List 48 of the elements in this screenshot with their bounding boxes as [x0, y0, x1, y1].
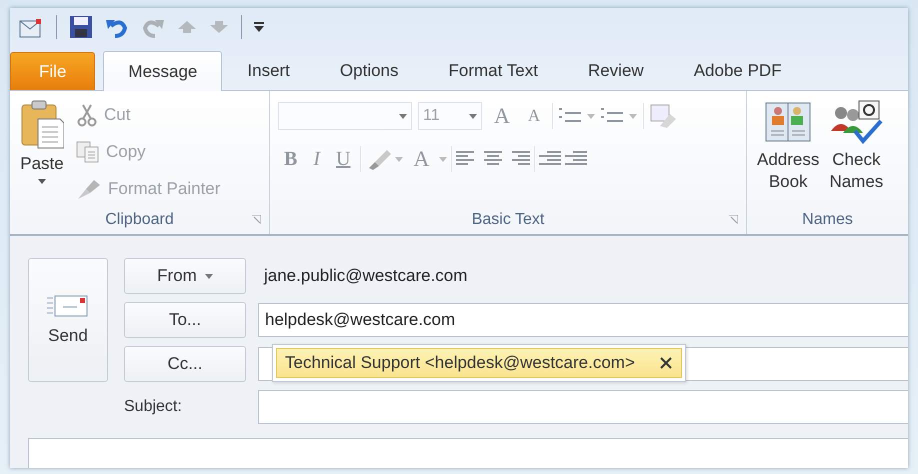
dropdown-arrow-icon [204, 274, 213, 278]
subject-label: Subject: [124, 398, 183, 416]
ribbon-tab[interactable]: Adobe PDF [668, 50, 807, 90]
dropdown-arrow-icon [629, 114, 638, 118]
people-check-icon [829, 99, 884, 145]
ribbon-tab[interactable]: Format Text [424, 50, 563, 90]
ribbon-tab[interactable]: Options [314, 50, 424, 90]
dropdown-arrow-icon [399, 114, 407, 118]
decrease-indent-icon[interactable] [539, 150, 562, 168]
dialog-launcher-icon[interactable] [252, 215, 261, 224]
copy-icon [76, 140, 100, 162]
group-label: Basic Text [472, 211, 544, 229]
align-center-icon[interactable] [482, 150, 504, 168]
up-arrow-icon[interactable] [177, 20, 197, 34]
dropdown-arrow-icon [587, 114, 596, 118]
dialog-launcher-icon[interactable] [729, 215, 738, 224]
group-label: Clipboard [105, 211, 174, 229]
scissors-icon [76, 102, 98, 126]
ribbon-tab[interactable]: Review [562, 50, 669, 90]
suggestion-item[interactable]: Technical Support <helpdesk@westcare.com> [276, 348, 682, 378]
check-names-button[interactable]: Check Names [825, 99, 888, 206]
down-arrow-icon[interactable] [209, 20, 229, 34]
save-icon[interactable] [69, 15, 93, 39]
ribbon-tab[interactable]: Message [103, 51, 222, 91]
increase-indent-icon[interactable] [565, 150, 588, 168]
to-field[interactable]: helpdesk@westcare.com [258, 303, 908, 337]
subject-field[interactable] [258, 390, 908, 424]
customize-menu-icon[interactable] [254, 22, 264, 32]
dropdown-arrow-icon [439, 156, 448, 162]
to-button[interactable]: To... [124, 302, 246, 338]
dropdown-arrow-icon [395, 156, 404, 162]
from-address: jane.public@westcare.com [262, 266, 468, 286]
dropdown-arrow-icon [38, 179, 46, 184]
send-button[interactable]: Send [28, 258, 108, 382]
eraser-icon[interactable] [650, 104, 676, 128]
bullets-icon[interactable] [559, 107, 582, 125]
group-label: Names [802, 211, 853, 229]
close-icon[interactable] [658, 356, 673, 370]
envelope-icon [47, 294, 89, 318]
cc-button[interactable]: Cc... [124, 346, 246, 382]
ribbon-tab[interactable]: Insert [222, 50, 315, 90]
address-book-button[interactable]: Address Book [753, 99, 824, 206]
numbering-icon[interactable] [601, 107, 624, 125]
message-body[interactable] [28, 438, 908, 468]
from-button[interactable]: From [124, 258, 246, 294]
paste-button[interactable]: Paste [16, 99, 68, 206]
dropdown-arrow-icon [469, 114, 477, 118]
clipboard-icon [20, 99, 64, 149]
